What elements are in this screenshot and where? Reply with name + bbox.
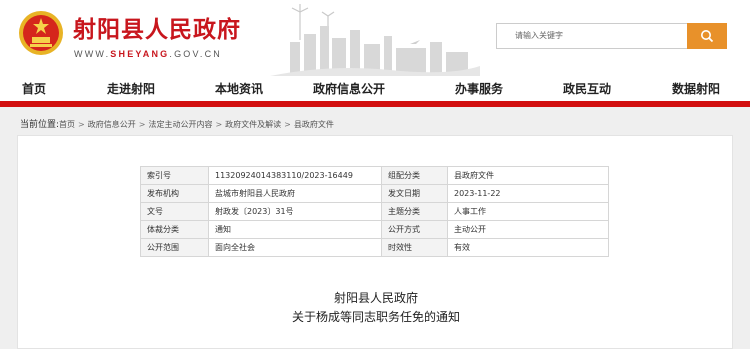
main-nav: 首页 走进射阳 本地资讯 政府信息公开 办事服务 政民互动 数据射阳	[0, 76, 750, 101]
meta-key: 公开方式	[381, 220, 448, 239]
city-skyline-illustration	[270, 4, 480, 76]
breadcrumb-item-info[interactable]: 政府信息公开	[88, 120, 136, 129]
nav-item-interaction[interactable]: 政民互动	[563, 80, 611, 97]
nav-item-home[interactable]: 首页	[22, 80, 46, 97]
meta-value: 面向全社会	[208, 238, 382, 257]
meta-key: 文号	[140, 202, 209, 221]
table-row: 发布机构 盐城市射阳县人民政府 发文日期 2023-11-22	[140, 184, 609, 203]
table-row: 体裁分类 通知 公开方式 主动公开	[140, 220, 609, 239]
nav-item-data[interactable]: 数据射阳	[672, 80, 720, 97]
breadcrumb-lead: 当前位置:	[20, 120, 60, 130]
nav-item-news[interactable]: 本地资讯	[215, 80, 263, 97]
search-button[interactable]	[687, 23, 727, 49]
meta-value: 县政府文件	[447, 166, 609, 185]
nav-divider-bar	[0, 101, 750, 107]
meta-key: 时效性	[381, 238, 448, 257]
table-row: 文号 射政发〔2023〕31号 主题分类 人事工作	[140, 202, 609, 221]
meta-value: 通知	[208, 220, 382, 239]
breadcrumb-item-statutory[interactable]: 法定主动公开内容	[148, 120, 212, 129]
meta-key: 体裁分类	[140, 220, 209, 239]
search-box: 请输入关键字	[496, 23, 727, 49]
meta-value: 11320924014383110/2023-16449	[208, 166, 382, 185]
national-emblem-icon	[19, 11, 63, 55]
table-row: 索引号 11320924014383110/2023-16449 组配分类 县政…	[140, 166, 609, 185]
breadcrumb-item-documents[interactable]: 政府文件及解读	[225, 120, 281, 129]
site-url: WWW.SHEYANG.GOV.CN	[74, 49, 222, 59]
meta-value: 人事工作	[447, 202, 609, 221]
meta-value: 主动公开	[447, 220, 609, 239]
search-input[interactable]: 请输入关键字	[496, 23, 688, 49]
breadcrumb-item-county-docs[interactable]: 县政府文件	[294, 120, 334, 129]
site-title[interactable]: 射阳县人民政府	[73, 10, 241, 44]
document-title-issuer: 射阳县人民政府	[333, 291, 418, 305]
breadcrumb-separator-icon: >	[284, 120, 291, 129]
meta-key: 索引号	[140, 166, 209, 185]
meta-key: 公开范围	[140, 238, 209, 257]
meta-key: 组配分类	[381, 166, 448, 185]
nav-item-about[interactable]: 走进射阳	[107, 80, 155, 97]
breadcrumb-separator-icon: >	[78, 120, 85, 129]
meta-key: 发文日期	[381, 184, 448, 203]
meta-value: 有效	[447, 238, 609, 257]
nav-item-info-disclosure[interactable]: 政府信息公开	[313, 80, 385, 97]
breadcrumb-item-home[interactable]: 首页	[59, 120, 75, 129]
meta-value: 盐城市射阳县人民政府	[208, 184, 382, 203]
nav-item-services[interactable]: 办事服务	[455, 80, 503, 97]
search-icon	[701, 30, 714, 43]
article-content: 索引号 11320924014383110/2023-16449 组配分类 县政…	[17, 135, 733, 349]
site-header: 射阳县人民政府 WWW.SHEYANG.GOV.CN 请输入关键字	[0, 0, 750, 76]
meta-value: 射政发〔2023〕31号	[208, 202, 382, 221]
meta-value: 2023-11-22	[447, 184, 609, 203]
breadcrumb: 当前位置:首页 > 政府信息公开 > 法定主动公开内容 > 政府文件及解读 > 县政府文件	[20, 117, 334, 130]
meta-key: 主题分类	[381, 202, 448, 221]
breadcrumb-separator-icon: >	[215, 120, 223, 129]
document-metadata-table: 索引号 11320924014383110/2023-16449 组配分类 县政…	[140, 166, 609, 257]
breadcrumb-separator-icon: >	[138, 120, 146, 129]
table-row: 公开范围 面向全社会 时效性 有效	[140, 238, 609, 257]
document-title: 关于杨成等同志职务任免的通知	[291, 310, 460, 324]
meta-key: 发布机构	[140, 184, 209, 203]
